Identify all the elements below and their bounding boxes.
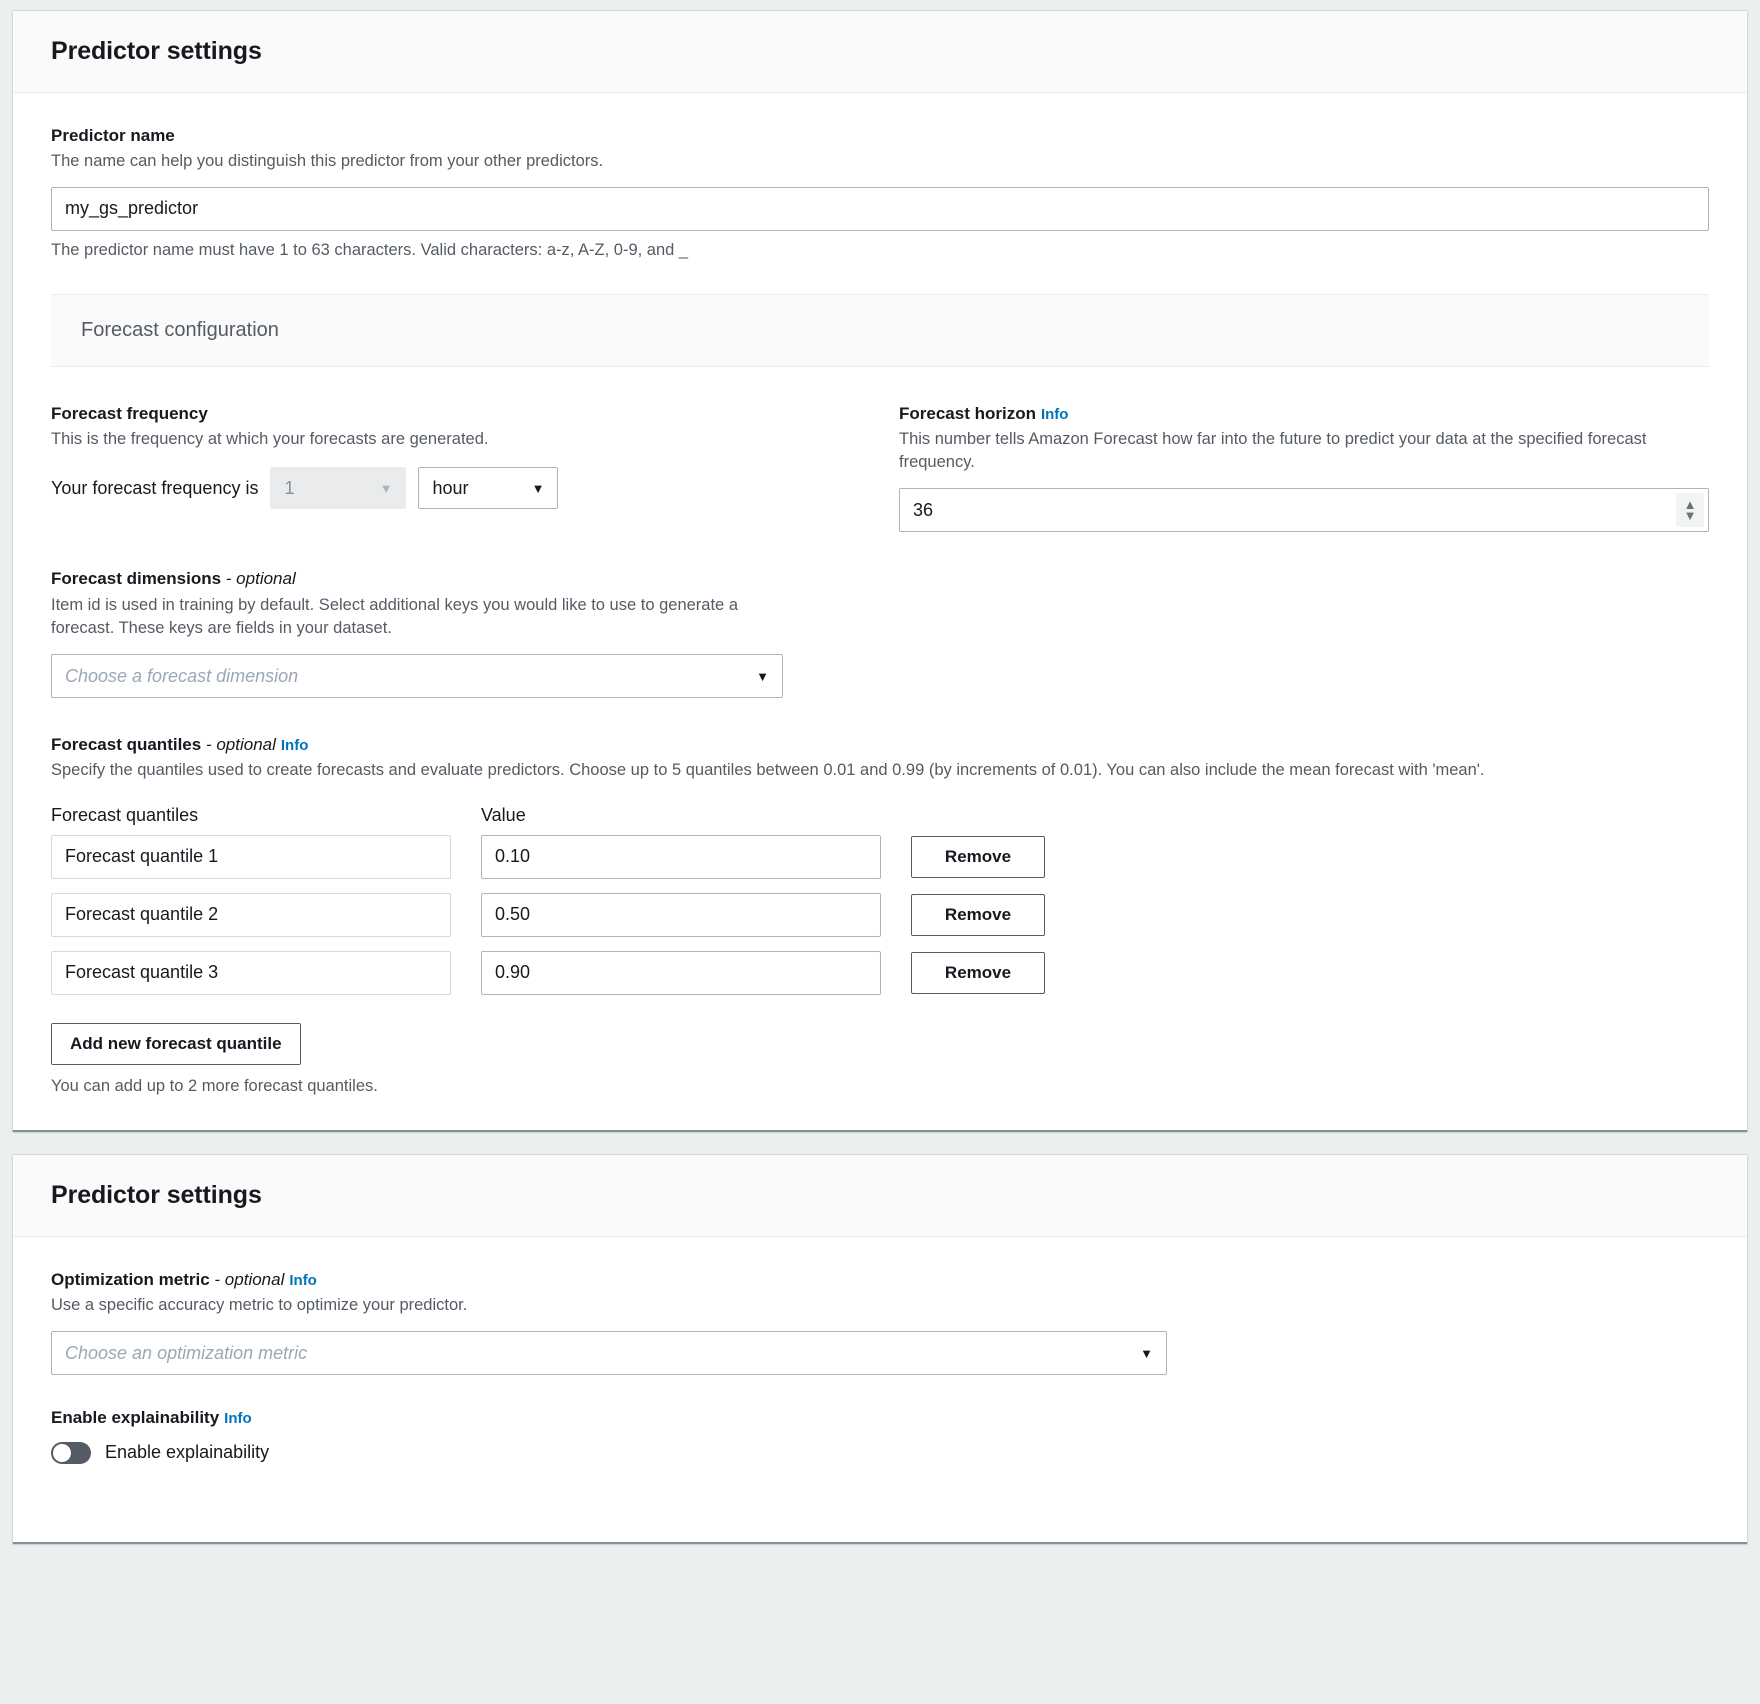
forecast-horizon-label: Forecast horizon Info bbox=[899, 403, 1709, 425]
forecast-dimension-placeholder: Choose a forecast dimension bbox=[65, 666, 738, 687]
toggle-knob bbox=[53, 1444, 71, 1462]
enable-explainability-label: Enable explainability Info bbox=[51, 1407, 1709, 1429]
frequency-horizon-row: Forecast frequency This is the frequency… bbox=[51, 403, 1709, 533]
optimization-metric-label-text: Optimization metric bbox=[51, 1270, 210, 1289]
add-quantile-note: You can add up to 2 more forecast quanti… bbox=[51, 1077, 1709, 1096]
forecast-quantiles-label-text: Forecast quantiles bbox=[51, 735, 201, 754]
optimization-metric-select[interactable]: Choose an optimization metric ▼ bbox=[51, 1331, 1167, 1375]
predictor-settings-panel-1: Predictor settings Predictor name The na… bbox=[12, 10, 1748, 1132]
chevron-down-icon[interactable]: ▼ bbox=[1684, 511, 1697, 521]
forecast-quantiles-optional: - optional bbox=[206, 735, 276, 754]
enable-explainability-field: Enable explainability Info Enable explain… bbox=[51, 1407, 1709, 1463]
chevron-down-icon: ▼ bbox=[756, 670, 769, 683]
forecast-configuration-title: Forecast configuration bbox=[81, 319, 1679, 342]
quantiles-table-header: Forecast quantiles Value bbox=[51, 805, 1709, 826]
optimization-metric-placeholder: Choose an optimization metric bbox=[65, 1343, 1122, 1364]
table-row: Forecast quantile 1 Remove bbox=[51, 835, 1709, 879]
forecast-horizon-info-link[interactable]: Info bbox=[1041, 406, 1069, 423]
add-new-forecast-quantile-button[interactable]: Add new forecast quantile bbox=[51, 1023, 301, 1065]
remove-button[interactable]: Remove bbox=[911, 894, 1045, 936]
forecast-quantiles-info-link[interactable]: Info bbox=[281, 737, 309, 754]
quantile-value-input[interactable] bbox=[481, 893, 881, 937]
panel-1-body: Predictor name The name can help you dis… bbox=[13, 93, 1747, 1130]
quantile-value-input[interactable] bbox=[481, 835, 881, 879]
enable-explainability-label-text: Enable explainability bbox=[51, 1408, 219, 1427]
forecast-horizon-input[interactable] bbox=[899, 488, 1709, 532]
panel-2-header: Predictor settings bbox=[13, 1155, 1747, 1237]
forecast-configuration-banner: Forecast configuration bbox=[51, 294, 1709, 367]
enable-explainability-toggle[interactable] bbox=[51, 1442, 91, 1464]
forecast-frequency-prefix: Your forecast frequency is bbox=[51, 478, 258, 499]
quantile-name-cell: Forecast quantile 1 bbox=[51, 835, 451, 879]
forecast-dimensions-label: Forecast dimensions - optional bbox=[51, 568, 1709, 590]
forecast-dimensions-optional: - optional bbox=[226, 569, 296, 588]
forecast-frequency-number-value: 1 bbox=[284, 478, 361, 499]
page-title: Predictor settings bbox=[51, 37, 1709, 66]
enable-explainability-toggle-row: Enable explainability bbox=[51, 1442, 1709, 1464]
forecast-dimension-select[interactable]: Choose a forecast dimension ▼ bbox=[51, 654, 783, 698]
forecast-dimensions-description: Item id is used in training by default. … bbox=[51, 594, 791, 641]
quantile-name-cell: Forecast quantile 3 bbox=[51, 951, 451, 995]
panel-2-title: Predictor settings bbox=[51, 1181, 1709, 1210]
optimization-metric-field: Optimization metric - optional Info Use a… bbox=[51, 1269, 1709, 1376]
panel-2-body: Optimization metric - optional Info Use a… bbox=[13, 1237, 1747, 1542]
chevron-down-icon: ▼ bbox=[1140, 1347, 1153, 1360]
remove-button[interactable]: Remove bbox=[911, 836, 1045, 878]
forecast-quantiles-label: Forecast quantiles - optional Info bbox=[51, 734, 1709, 756]
enable-explainability-info-link[interactable]: Info bbox=[224, 1410, 252, 1427]
table-row: Forecast quantile 2 Remove bbox=[51, 893, 1709, 937]
forecast-horizon-input-wrap: ▲ ▼ bbox=[899, 488, 1709, 532]
optimization-metric-label: Optimization metric - optional Info bbox=[51, 1269, 1709, 1291]
forecast-frequency-field: Forecast frequency This is the frequency… bbox=[51, 403, 861, 533]
forecast-frequency-description: This is the frequency at which your fore… bbox=[51, 428, 861, 451]
number-stepper[interactable]: ▲ ▼ bbox=[1676, 493, 1704, 527]
enable-explainability-toggle-label: Enable explainability bbox=[105, 1442, 269, 1463]
chevron-down-icon: ▼ bbox=[380, 482, 393, 495]
predictor-name-constraint: The predictor name must have 1 to 63 cha… bbox=[51, 241, 1709, 260]
chevron-down-icon: ▼ bbox=[532, 482, 545, 495]
column-header-value: Value bbox=[481, 805, 881, 826]
optimization-metric-optional: - optional bbox=[214, 1270, 284, 1289]
forecast-frequency-unit-select[interactable]: hour ▼ bbox=[418, 467, 558, 509]
panel-1-header: Predictor settings bbox=[13, 11, 1747, 93]
column-header-name: Forecast quantiles bbox=[51, 805, 451, 826]
forecast-frequency-number-select[interactable]: 1 ▼ bbox=[270, 467, 406, 509]
predictor-name-label: Predictor name bbox=[51, 125, 1709, 147]
forecast-frequency-unit-value: hour bbox=[432, 478, 513, 499]
forecast-horizon-label-text: Forecast horizon bbox=[899, 404, 1036, 423]
forecast-horizon-description: This number tells Amazon Forecast how fa… bbox=[899, 428, 1709, 475]
predictor-settings-panel-2: Predictor settings Optimization metric -… bbox=[12, 1154, 1748, 1544]
forecast-dimensions-field: Forecast dimensions - optional Item id i… bbox=[51, 568, 1709, 698]
remove-button[interactable]: Remove bbox=[911, 952, 1045, 994]
quantile-name-cell: Forecast quantile 2 bbox=[51, 893, 451, 937]
optimization-metric-description: Use a specific accuracy metric to optimi… bbox=[51, 1294, 1709, 1317]
forecast-frequency-controls: Your forecast frequency is 1 ▼ hour ▼ bbox=[51, 467, 861, 509]
optimization-metric-info-link[interactable]: Info bbox=[289, 1272, 317, 1289]
predictor-name-field: Predictor name The name can help you dis… bbox=[51, 125, 1709, 260]
forecast-quantiles-field: Forecast quantiles - optional Info Specif… bbox=[51, 734, 1709, 1096]
predictor-name-input[interactable] bbox=[51, 187, 1709, 231]
forecast-dimensions-label-text: Forecast dimensions bbox=[51, 569, 221, 588]
forecast-horizon-field: Forecast horizon Info This number tells A… bbox=[899, 403, 1709, 533]
quantile-value-input[interactable] bbox=[481, 951, 881, 995]
forecast-quantiles-description: Specify the quantiles used to create for… bbox=[51, 759, 1709, 782]
table-row: Forecast quantile 3 Remove bbox=[51, 951, 1709, 995]
forecast-frequency-label: Forecast frequency bbox=[51, 403, 861, 425]
predictor-name-description: The name can help you distinguish this p… bbox=[51, 150, 1709, 173]
